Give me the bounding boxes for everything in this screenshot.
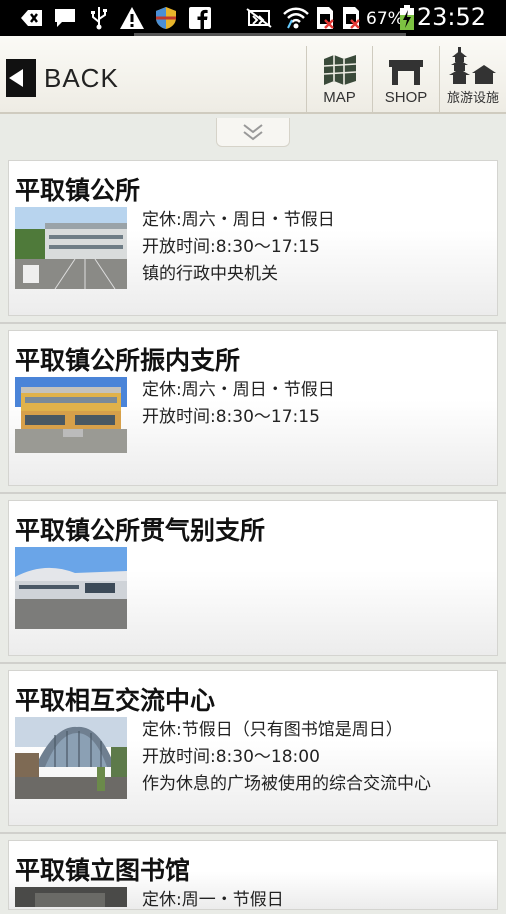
map-button[interactable]: MAP: [306, 46, 372, 112]
tourism-facility-icon: [449, 47, 496, 84]
item-closed-days: 定休:周六・周日・节假日: [142, 380, 335, 400]
divider: [0, 832, 506, 834]
divider: [0, 662, 506, 664]
sim-1-icon: [314, 6, 336, 30]
collapse-toggle[interactable]: [216, 118, 290, 147]
shop-button[interactable]: SHOP: [372, 46, 439, 112]
item-closed-days: 定休:周一・节假日: [142, 890, 284, 910]
item-closed-days: 定休:节假日（只有图书馆是周日）: [142, 720, 403, 740]
list-item[interactable]: 平取镇公所贯气别支所: [8, 500, 498, 656]
item-details: 定休:周六・周日・节假日 开放时间:8:30～17:15: [142, 377, 335, 431]
item-title: 平取镇公所贯气别支所: [15, 516, 266, 545]
double-chevron-down-icon: [243, 124, 263, 141]
item-description: 作为休息的广场被使用的综合交流中心: [142, 774, 431, 794]
top-bar: BACK MAP SHOP 旅游设施: [0, 36, 506, 114]
map-icon: [323, 55, 356, 85]
notification-back-icon: [18, 6, 44, 30]
item-photo: [15, 887, 127, 907]
divider: [0, 492, 506, 494]
item-description: 镇的行政中央机关: [142, 264, 278, 284]
back-button[interactable]: BACK: [6, 58, 119, 98]
list-item[interactable]: 平取镇公所 定休:周六・周日・节假日 开放时间:8:30～17:15 镇的行政中…: [8, 160, 498, 316]
tourism-facility-button[interactable]: 旅游设施: [439, 46, 506, 112]
wifi-icon: [282, 6, 310, 30]
item-photo: [15, 377, 127, 453]
item-title: 平取镇立图书馆: [15, 856, 191, 885]
tourism-facility-label: 旅游设施: [446, 90, 499, 105]
sim-2-icon: [340, 6, 362, 30]
message-icon: [52, 6, 78, 30]
clock: 23:52: [416, 3, 486, 31]
item-photo: [15, 207, 127, 289]
back-label: BACK: [44, 62, 119, 93]
item-title: 平取相互交流中心: [15, 686, 216, 715]
item-closed-days: 定休:周六・周日・节假日: [142, 210, 335, 230]
status-bar: 67% 23:52: [0, 0, 506, 36]
shop-label: SHOP: [384, 89, 428, 106]
shield-icon: [154, 6, 178, 30]
item-title: 平取镇公所: [15, 176, 141, 205]
item-hours: 开放时间:8:30～17:15: [142, 407, 320, 427]
warning-icon: [118, 6, 146, 30]
item-title: 平取镇公所振内支所: [15, 346, 241, 375]
item-photo: [15, 547, 127, 629]
item-hours: 开放时间:8:30～17:15: [142, 237, 320, 257]
divider: [0, 322, 506, 324]
shop-icon: [389, 60, 423, 85]
usb-icon: [88, 6, 110, 30]
back-arrow-icon: [6, 59, 36, 97]
item-photo: [15, 717, 127, 799]
battery-charging-icon: [398, 5, 416, 30]
item-details: 定休:周一・节假日: [142, 887, 284, 914]
list-item[interactable]: 平取镇公所振内支所 定休:周六・周日・节假日 开放时间:8:30～17:15: [8, 330, 498, 486]
map-label: MAP: [323, 89, 356, 106]
item-details: 定休:节假日（只有图书馆是周日） 开放时间:8:30～18:00 作为休息的广场…: [142, 717, 431, 798]
item-details: 定休:周六・周日・节假日 开放时间:8:30～17:15 镇的行政中央机关: [142, 207, 335, 288]
facebook-icon: [188, 6, 212, 30]
mute-icon: [244, 6, 274, 30]
list-item[interactable]: 平取相互交流中心 定休:节假日（只有图书馆是周日） 开放时间:8:30～18:0…: [8, 670, 498, 826]
item-hours: 开放时间:8:30～18:00: [142, 747, 320, 767]
